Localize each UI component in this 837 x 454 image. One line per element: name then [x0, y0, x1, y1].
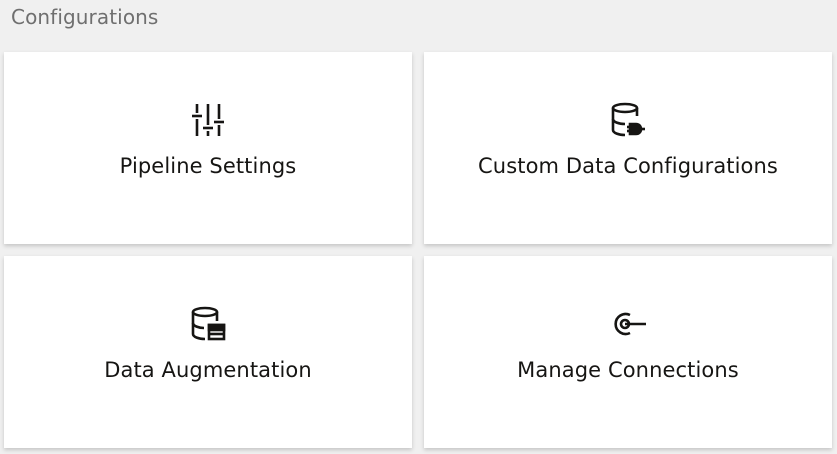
- manage-connections-label: Manage Connections: [517, 358, 739, 382]
- custom-data-configurations-label: Custom Data Configurations: [478, 154, 778, 178]
- configuration-cards-grid: Pipeline Settings Custom Data Configurat…: [4, 52, 833, 452]
- sliders-icon: [188, 100, 228, 140]
- configurations-page: Configurations Pipeline Settings Custom …: [0, 0, 837, 454]
- database-table-icon: [188, 304, 228, 344]
- manage-connections-card[interactable]: Manage Connections: [424, 256, 832, 448]
- custom-data-configurations-card[interactable]: Custom Data Configurations: [424, 52, 832, 244]
- pipeline-settings-card[interactable]: Pipeline Settings: [4, 52, 412, 244]
- connection-icon: [608, 304, 648, 344]
- database-plug-icon: [608, 100, 648, 140]
- page-title: Configurations: [11, 5, 159, 29]
- data-augmentation-card[interactable]: Data Augmentation: [4, 256, 412, 448]
- data-augmentation-label: Data Augmentation: [104, 358, 312, 382]
- pipeline-settings-label: Pipeline Settings: [119, 154, 297, 178]
